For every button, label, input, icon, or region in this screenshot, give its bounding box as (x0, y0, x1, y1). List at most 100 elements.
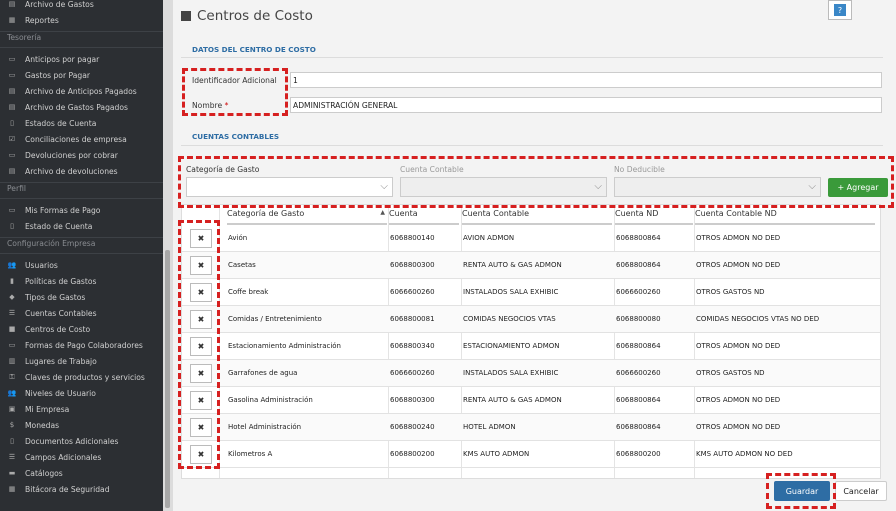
table-cell: Gasolina Administración (228, 396, 313, 404)
column-header[interactable]: Cuenta Contable ND (695, 205, 875, 225)
sidebar-item[interactable]: ▥ Lugares de Trabajo (7, 354, 97, 368)
table-icon: ▦ (8, 16, 16, 24)
archive-icon: ▤ (8, 0, 16, 8)
column-header[interactable]: Cuenta Contable (462, 205, 612, 225)
delete-row-button[interactable]: ✖ (190, 418, 212, 437)
table-cell: 6068800140 (390, 234, 435, 242)
table-cell: OTROS GASTOS ND (696, 288, 765, 296)
table-cell: INSTALADOS SALA EXHIBIC (463, 288, 559, 296)
sidebar-item[interactable]: ▯ Estados de Cuenta (7, 116, 96, 130)
key-icon: ⚿ (9, 372, 15, 381)
table-cell: ESTACIONAMIENTO ADMON (463, 342, 560, 350)
delete-row-button[interactable]: ✖ (190, 256, 212, 275)
sidebar-item[interactable]: $ Monedas (7, 418, 59, 432)
sidebar-scrollbar-thumb[interactable] (165, 250, 170, 508)
sidebar-item[interactable]: ■ Centros de Costo (7, 322, 90, 336)
table-row: ✖ Kilometros A 6068800200 KMS AUTO ADMON 606… (182, 441, 880, 468)
close-icon: ✖ (197, 315, 205, 324)
table-row: ✖ Casetas 6068800300 RENTA AUTO & GAS ADMON… (182, 252, 880, 279)
table-row: ✖ Coffe break 6066600260 INSTALADOS SALA EX… (182, 279, 880, 306)
book-icon: ▮ (10, 277, 14, 285)
sidebar-item[interactable]: ▤ Archivo de Gastos Pagados (7, 100, 128, 114)
table-cell: OTROS ADMON NO DED (696, 234, 781, 242)
categoria-select[interactable]: ⌵ (186, 177, 393, 197)
chevron-down-icon: ⌵ (594, 181, 602, 192)
table-cell: 6068800300 (390, 396, 435, 404)
sidebar-item[interactable]: ▤ Archivo de Gastos (7, 0, 94, 11)
id-label: Identificador Adicional (192, 76, 277, 85)
sidebar-item[interactable]: ▭ Devoluciones por cobrar (7, 148, 118, 162)
sidebar-item[interactable]: ☰ Campos Adicionales (7, 450, 101, 464)
box-icon: ■ (8, 325, 16, 333)
name-input[interactable]: ADMINISTRACIÓN GENERAL (290, 97, 882, 113)
delete-row-button[interactable]: ✖ (190, 229, 212, 248)
sidebar-item[interactable]: ▮ Políticas de Gastos (7, 274, 96, 288)
save-button[interactable]: Guardar (774, 481, 830, 501)
sidebar-item[interactable]: ▦ Reportes (7, 13, 59, 27)
add-button[interactable]: + Agregar (828, 178, 888, 197)
column-header[interactable]: Cuenta (389, 205, 459, 225)
cancel-button[interactable]: Cancelar (835, 481, 887, 501)
sidebar-item-label: Catálogos (25, 468, 63, 478)
sidebar-item[interactable]: ▬ Catálogos (7, 466, 63, 480)
sidebar: ▤ Archivo de Gastos ▦ Reportes Tesorería ▭ Ant… (0, 0, 163, 511)
folder-icon: ▬ (8, 469, 16, 477)
cuenta-select[interactable]: ⌵ (400, 177, 607, 197)
sidebar-item-label: Usuarios (25, 260, 58, 270)
table-row: ✖ Avión 6068800140 AVION ADMON 6068800864 OTR… (182, 225, 880, 252)
nodeducible-select[interactable]: ⌵ (614, 177, 821, 197)
list-icon: ☰ (8, 309, 16, 317)
sidebar-item[interactable]: ▭ Formas de Pago Colaboradores (7, 338, 143, 352)
sidebar-item[interactable]: ◆ Tipos de Gastos (7, 290, 85, 304)
table-cell: OTROS ADMON NO DED (696, 342, 781, 350)
help-icon: ? (834, 4, 846, 16)
document-icon: ▯ (10, 222, 14, 230)
money-icon: ▭ (8, 71, 16, 79)
sidebar-item[interactable]: ▣ Mi Empresa (7, 402, 70, 416)
table-cell: 6066600260 (616, 369, 661, 377)
delete-row-button[interactable]: ✖ (190, 364, 212, 383)
table-cell: 6068800240 (390, 423, 435, 431)
help-button[interactable]: ? (828, 0, 852, 20)
table-scrollbar-thumb[interactable] (880, 229, 881, 317)
sidebar-item-label: Archivo de Gastos (25, 0, 94, 9)
delete-row-button[interactable]: ✖ (190, 391, 212, 410)
sidebar-item[interactable]: ▤ Archivo de devoluciones (7, 164, 118, 178)
close-icon: ✖ (197, 288, 205, 297)
users-icon: 👥 (7, 389, 17, 397)
table-row: ✖ Hotel Administración 6068800240 HOTEL ADM… (182, 414, 880, 441)
table-cell: AVION ADMON (463, 234, 515, 242)
id-input[interactable]: 1 (290, 72, 882, 88)
filter-nodeducible-label: No Deducible (614, 165, 665, 174)
delete-row-button[interactable]: ✖ (190, 337, 212, 356)
column-header[interactable]: Categoría de Gasto ▲ (227, 205, 387, 225)
sidebar-section-title: Perfil (7, 184, 26, 193)
sidebar-item[interactable]: 👥 Niveles de Usuario (7, 386, 96, 400)
sidebar-item[interactable]: 👥 Usuarios (7, 258, 58, 272)
sidebar-item[interactable]: ▯ Estado de Cuenta (7, 219, 92, 233)
table-cell: 6066600260 (390, 288, 435, 296)
sidebar-item[interactable]: ▭ Gastos por Pagar (7, 68, 90, 82)
sidebar-item[interactable]: ▦ Bitácora de Seguridad (7, 482, 110, 496)
sidebar-item[interactable]: ▭ Mis Formas de Pago (7, 203, 101, 217)
sidebar-item[interactable]: ▯ Documentos Adicionales (7, 434, 118, 448)
sidebar-item[interactable]: ▭ Anticipos por pagar (7, 52, 100, 66)
sidebar-item[interactable]: ⚿ Claves de productos y servicios (7, 370, 145, 384)
table-cell: 6068800864 (616, 396, 661, 404)
delete-row-button[interactable]: ✖ (190, 310, 212, 329)
table-cell: Hotel Administración (228, 423, 302, 431)
table-cell: INSTALADOS SALA EXHIBIC (463, 369, 559, 377)
delete-row-button[interactable]: ✖ (190, 445, 212, 464)
sidebar-item-label: Bitácora de Seguridad (25, 484, 110, 494)
sidebar-item-label: Campos Adicionales (25, 452, 102, 462)
credit-card-icon: ▭ (8, 206, 16, 214)
delete-row-button[interactable]: ✖ (190, 283, 212, 302)
sidebar-item[interactable]: ☰ Cuentas Contables (7, 306, 97, 320)
sidebar-scrollbar[interactable] (163, 0, 173, 511)
column-header-label: Cuenta Contable (462, 209, 530, 218)
column-header-label: Categoría de Gasto (227, 209, 305, 218)
sidebar-item-label: Monedas (25, 420, 60, 430)
column-header[interactable]: Cuenta ND (615, 205, 693, 225)
sidebar-item[interactable]: ☑ Conciliaciones de empresa (7, 132, 127, 146)
sidebar-item[interactable]: ▤ Archivo de Anticipos Pagados (7, 84, 137, 98)
